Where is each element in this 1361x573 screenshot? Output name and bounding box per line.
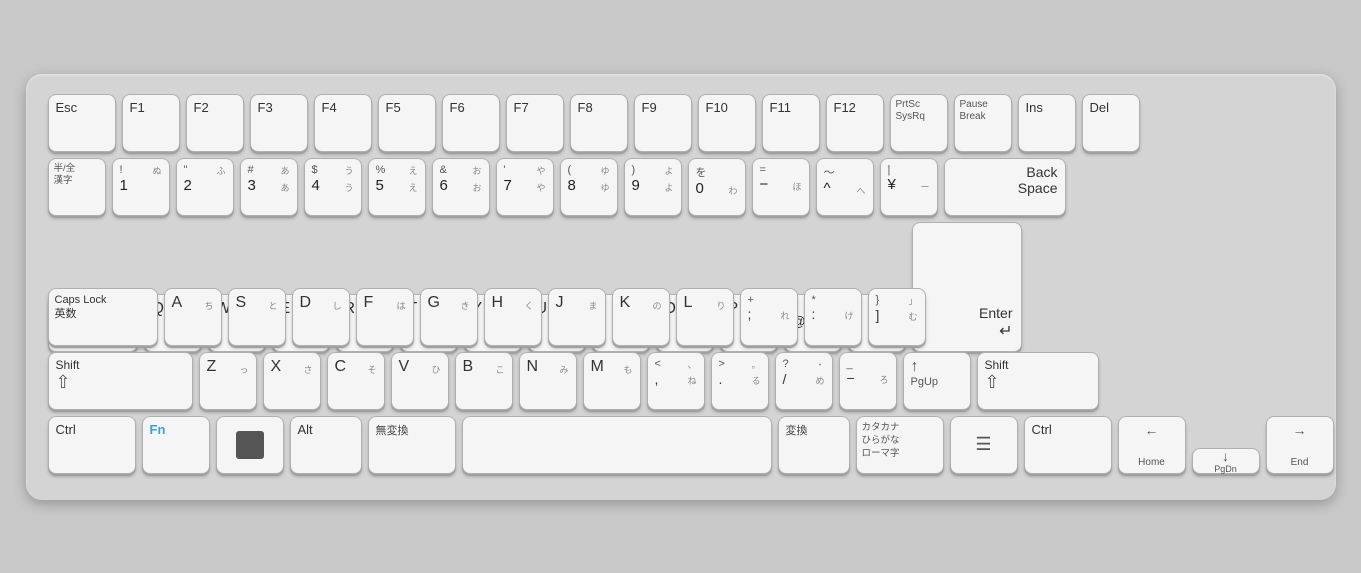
key-7[interactable]: 'や 7や [496,158,554,216]
key-s[interactable]: Sと [228,288,286,346]
key-l[interactable]: Lり [676,288,734,346]
key-shift-left[interactable]: Shift ⇧ [48,352,193,410]
key-period[interactable]: >。 .る [711,352,769,410]
key-6[interactable]: &お 6お [432,158,490,216]
key-j[interactable]: Jま [548,288,606,346]
key-colon[interactable]: * :け [804,288,862,346]
key-end[interactable]: → End [1266,416,1334,474]
key-b[interactable]: Bこ [455,352,513,410]
key-muhenkan[interactable]: 無変換 [368,416,456,474]
key-prtsc[interactable]: PrtSc SysRq [890,94,948,152]
key-backslash[interactable]: _ −ろ [839,352,897,410]
key-z[interactable]: Zっ [199,352,257,410]
key-bracket-close[interactable]: }」 ]む [868,288,926,346]
key-f12[interactable]: F12 [826,94,884,152]
key-f11[interactable]: F11 [762,94,820,152]
key-minus[interactable]: = −ほ [752,158,810,216]
key-win[interactable] [216,416,284,474]
key-f9[interactable]: F9 [634,94,692,152]
key-g[interactable]: Gき [420,288,478,346]
key-henkan[interactable]: 変換 [778,416,850,474]
key-semicolon[interactable]: + ;れ [740,288,798,346]
key-h[interactable]: Hく [484,288,542,346]
key-yen[interactable]: | ¥ー [880,158,938,216]
arrow-cluster-vertical: ↓ PgDn [1192,448,1260,474]
key-0[interactable]: を 0わ [688,158,746,216]
number-row: 半/全漢字 !ぬ 1 "ふ 2 #あ 3あ [48,158,1314,216]
key-9[interactable]: )よ 9よ [624,158,682,216]
key-space[interactable] [462,416,772,474]
key-f6[interactable]: F6 [442,94,500,152]
key-5[interactable]: %え 5え [368,158,426,216]
key-k[interactable]: Kの [612,288,670,346]
key-ctrl-right[interactable]: Ctrl [1024,416,1112,474]
key-katakana[interactable]: カタカナひらがなローマ字 [856,416,944,474]
key-pgdn[interactable]: ↓ PgDn [1192,448,1260,474]
keyboard: Esc F1 F2 F3 F4 F5 F6 F7 F8 F9 F10 F11 F… [26,74,1336,500]
key-m[interactable]: Mも [583,352,641,410]
key-slash[interactable]: ?・ /め [775,352,833,410]
key-comma[interactable]: <、 ,ね [647,352,705,410]
key-pause[interactable]: Pause Break [954,94,1012,152]
key-home[interactable]: ← Home [1118,416,1186,474]
key-enter[interactable]: Enter↵ [912,222,1022,352]
key-f8[interactable]: F8 [570,94,628,152]
key-f[interactable]: Fは [356,288,414,346]
key-del[interactable]: Del [1082,94,1140,152]
key-c[interactable]: Cそ [327,352,385,410]
key-alt-left[interactable]: Alt [290,416,362,474]
key-shift-right[interactable]: Shift ⇧ [977,352,1099,410]
key-f4[interactable]: F4 [314,94,372,152]
key-f2[interactable]: F2 [186,94,244,152]
key-pgup[interactable]: ↑ PgUp [903,352,971,410]
key-a[interactable]: Aち [164,288,222,346]
key-v[interactable]: Vひ [391,352,449,410]
key-backspace[interactable]: BackSpace [944,158,1066,216]
key-f1[interactable]: F1 [122,94,180,152]
zxcv-row: Shift ⇧ Zっ Xさ Cそ [48,352,1314,410]
key-caret[interactable]: 〜 ^へ [816,158,874,216]
key-ctrl-left[interactable]: Ctrl [48,416,136,474]
key-fn[interactable]: Fn [142,416,210,474]
key-esc[interactable]: Esc [48,94,116,152]
function-row: Esc F1 F2 F3 F4 F5 F6 F7 F8 F9 F10 F11 F… [48,94,1314,152]
key-f3[interactable]: F3 [250,94,308,152]
key-4[interactable]: $う 4う [304,158,362,216]
key-hankaku[interactable]: 半/全漢字 [48,158,106,216]
key-8[interactable]: (ゆ 8ゆ [560,158,618,216]
key-3[interactable]: #あ 3あ [240,158,298,216]
key-1[interactable]: !ぬ 1 [112,158,170,216]
key-menu[interactable]: ☰ [950,416,1018,474]
key-x[interactable]: Xさ [263,352,321,410]
key-ins[interactable]: Ins [1018,94,1076,152]
key-2[interactable]: "ふ 2 [176,158,234,216]
key-f7[interactable]: F7 [506,94,564,152]
key-capslock[interactable]: Caps Lock英数 [48,288,158,346]
key-f5[interactable]: F5 [378,94,436,152]
key-n[interactable]: Nみ [519,352,577,410]
bottom-row: Ctrl Fn Alt 無変換 [48,416,1314,474]
key-f10[interactable]: F10 [698,94,756,152]
key-d[interactable]: Dし [292,288,350,346]
